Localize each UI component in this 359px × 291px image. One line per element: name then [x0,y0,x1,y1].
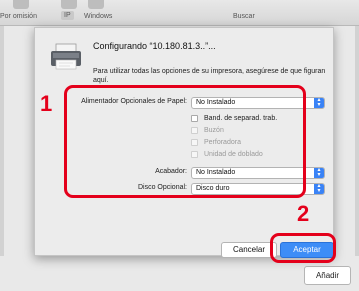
tab-default[interactable]: Por omisión [0,13,37,20]
chevron-updown-icon: ▴ ▾ [314,183,324,194]
ip-globe-icon[interactable] [61,0,77,9]
cancel-button[interactable]: Cancelar [221,242,277,258]
windows-icon[interactable] [88,0,104,9]
search-field[interactable]: Buscar [233,13,255,20]
default-printers-icon[interactable] [13,0,29,9]
annotation-number-2: 2 [297,201,310,226]
printer-icon [51,43,81,70]
add-button[interactable]: Añadir [304,266,351,285]
annotation-box-accept [270,233,336,263]
window-toolbar: Por omisión IP Windows Buscar [0,0,359,26]
dialog-description: Para utilizar todas las opciones de su i… [93,68,326,84]
chevron-updown-icon: ▴ ▾ [314,97,324,108]
annotation-number-1: 1 [40,91,53,116]
window-edge-left [0,26,4,256]
tab-ip[interactable]: IP [61,11,74,20]
window-edge-right [355,26,359,256]
tab-windows[interactable]: Windows [84,13,112,20]
dialog-title: Configurando “10.180.81.3..”... [93,41,216,51]
chevron-updown-icon: ▴ ▾ [314,167,324,178]
annotation-box-options [64,85,306,198]
